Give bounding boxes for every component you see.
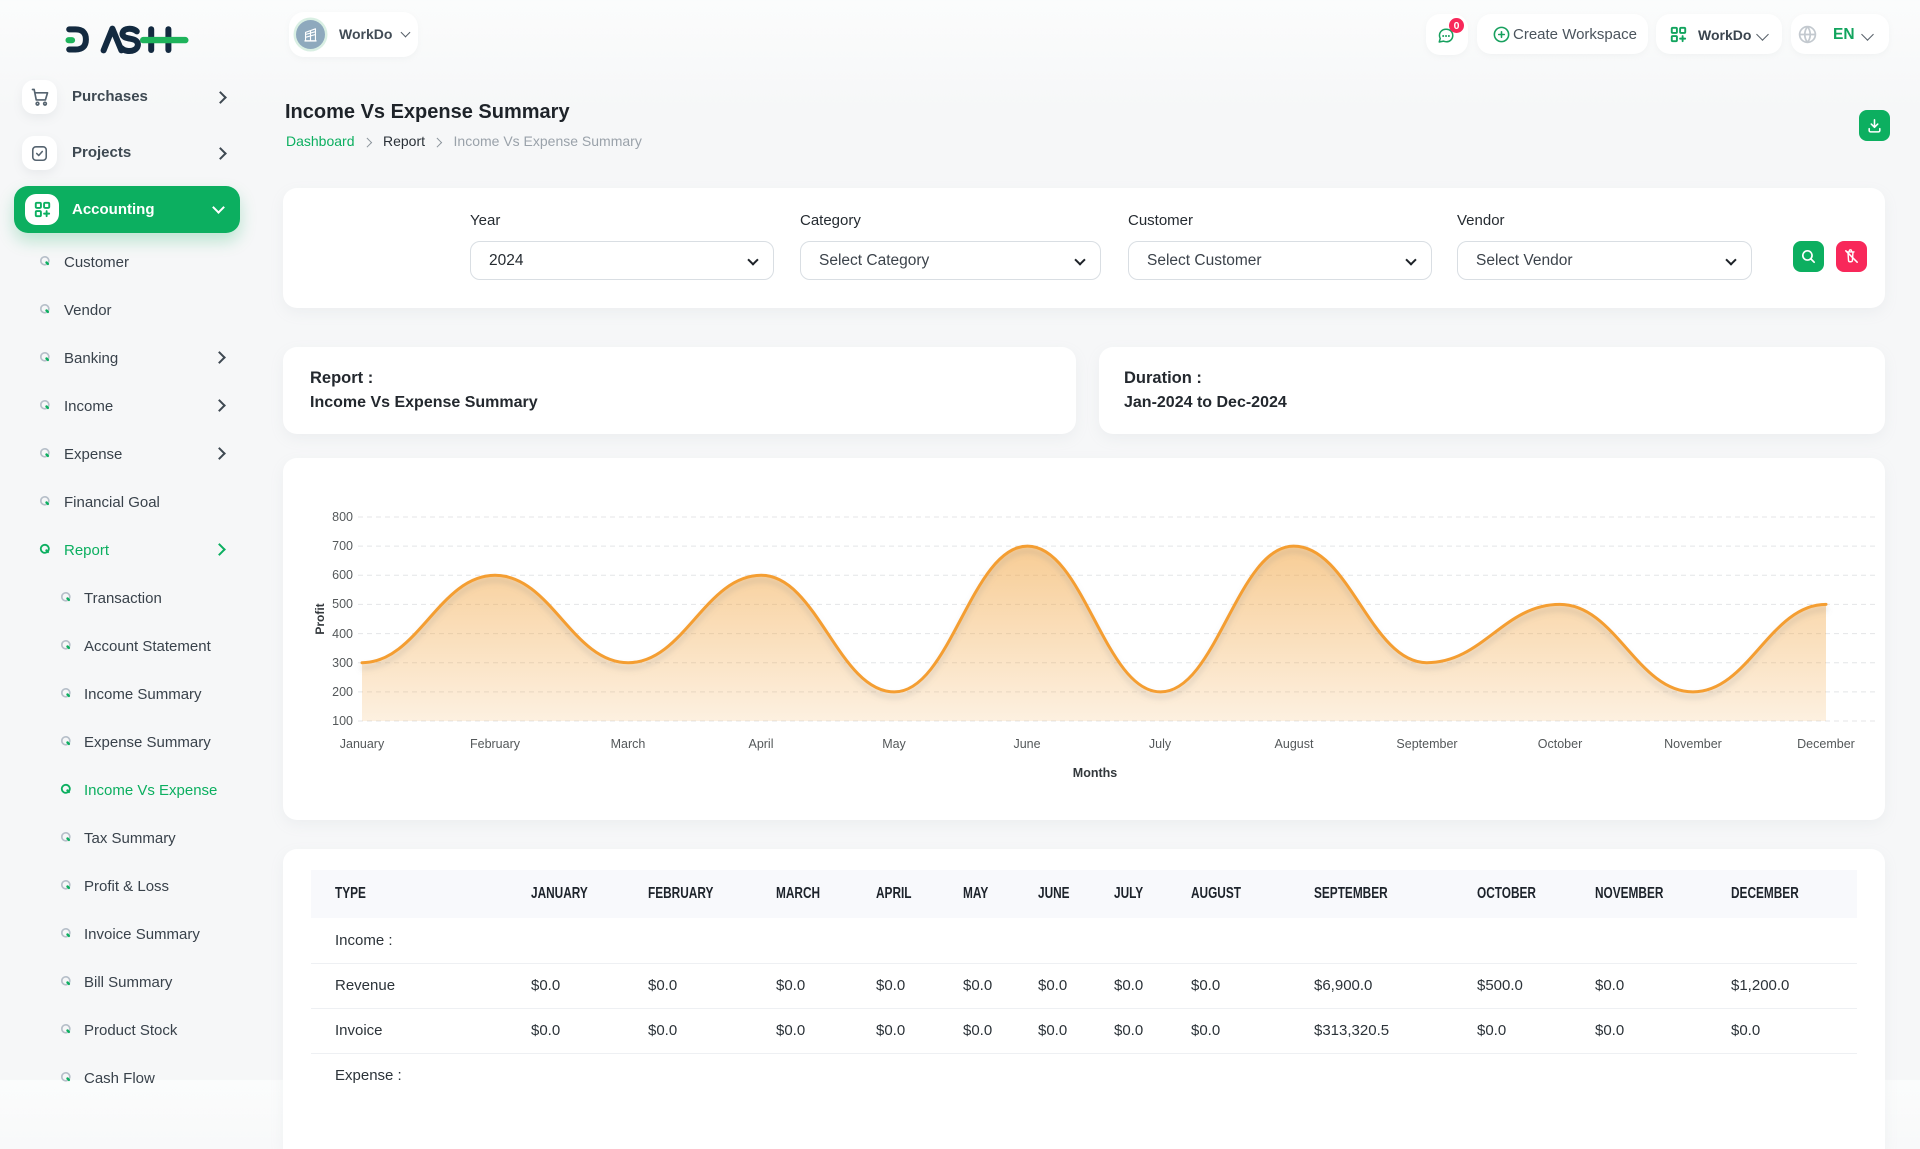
svg-text:April: April [748, 737, 773, 751]
svg-text:100: 100 [332, 714, 353, 728]
svg-text:August: August [1275, 737, 1314, 751]
svg-text:November: November [1664, 737, 1722, 751]
svg-text:February: February [470, 737, 521, 751]
svg-text:May: May [882, 737, 906, 751]
svg-text:January: January [340, 737, 385, 751]
svg-text:700: 700 [332, 539, 353, 553]
svg-text:October: October [1538, 737, 1582, 751]
svg-text:400: 400 [332, 627, 353, 641]
svg-text:200: 200 [332, 685, 353, 699]
svg-text:600: 600 [332, 568, 353, 582]
svg-text:June: June [1013, 737, 1040, 751]
svg-text:800: 800 [332, 510, 353, 524]
svg-text:500: 500 [332, 597, 353, 611]
svg-text:September: September [1396, 737, 1457, 751]
svg-text:Profit: Profit [313, 603, 327, 634]
svg-text:300: 300 [332, 656, 353, 670]
svg-text:Months: Months [1073, 766, 1117, 780]
svg-text:July: July [1149, 737, 1172, 751]
svg-text:March: March [611, 737, 646, 751]
svg-text:December: December [1797, 737, 1855, 751]
